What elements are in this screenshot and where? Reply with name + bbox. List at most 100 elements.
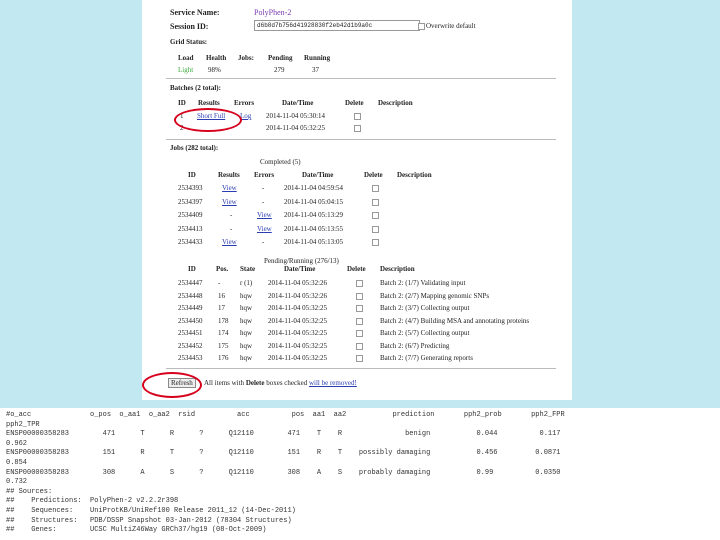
pending-description: Batch 2: (2/7) Mapping genomic SNPs <box>380 291 490 300</box>
pending-description: Batch 2: (4/7) Building MSA and annotati… <box>380 316 530 325</box>
highlight-oval-refresh <box>142 372 202 398</box>
job-results-link[interactable]: View <box>222 238 237 246</box>
pending-delete-checkbox[interactable] <box>356 292 363 300</box>
pending-datetime: 2014-11-04 05:32:25 <box>268 316 328 325</box>
job-datetime: 2014-11-04 05:13:29 <box>284 211 344 219</box>
batches-header-id: ID <box>178 99 186 107</box>
job-errors-link: - <box>262 238 265 246</box>
output-line: ## Sequences: UniProtKB/UniRef100 Releas… <box>6 507 296 515</box>
pending-state: hqw <box>240 304 253 312</box>
pending-header-datetime: Date/Time <box>284 265 316 273</box>
grid-header-jobs: Jobs: <box>238 54 254 62</box>
batch-row-2-datetime: 2014-11-04 05:32:25 <box>266 124 326 132</box>
pending-delete-checkbox[interactable] <box>356 342 363 350</box>
pending-datetime: 2014-11-04 05:32:26 <box>268 291 328 300</box>
pending-header-description: Description <box>380 265 415 273</box>
batch-row-1-delete-checkbox[interactable] <box>354 113 361 120</box>
batches-header-datetime: Date/Time <box>282 99 314 107</box>
pending-state: r (1) <box>240 279 253 287</box>
pending-header-id: ID <box>188 265 196 273</box>
job-id: 2534393 <box>178 184 203 192</box>
pending-datetime: 2014-11-04 05:32:25 <box>268 304 328 312</box>
divider <box>166 78 556 79</box>
job-errors-link[interactable]: View <box>257 211 272 219</box>
job-results-link[interactable]: View <box>222 184 237 192</box>
job-results-link: - <box>230 224 233 233</box>
session-id-input[interactable]: d6b8d7b756d41928830f2eb42d1b9a0c <box>254 20 420 31</box>
output-line: ## Sources: <box>6 487 53 496</box>
output-line: ## Genes: UCSC MultiZ46Way GRCh37/hg19 (… <box>6 526 267 535</box>
pending-description: Batch 2: (7/7) Generating reports <box>380 354 473 362</box>
batch-row-2-delete-checkbox[interactable] <box>354 125 361 132</box>
job-delete-checkbox[interactable] <box>372 239 379 246</box>
job-delete-checkbox[interactable] <box>372 225 379 233</box>
grid-pending-value: 279 <box>274 66 285 74</box>
pending-delete-checkbox[interactable] <box>356 330 363 337</box>
pending-description: Batch 2: (6/7) Predicting <box>380 341 450 350</box>
pending-state: hqw <box>240 316 253 325</box>
pending-id: 2534452 <box>178 341 203 350</box>
job-id: 2534397 <box>178 197 203 206</box>
pending-delete-checkbox[interactable] <box>356 280 363 287</box>
overwrite-label: Overwrite default <box>426 22 476 30</box>
output-line: pph2_TPR <box>6 420 40 429</box>
jobs-header-delete: Delete <box>364 171 383 179</box>
batches-header-results: Results <box>198 99 220 107</box>
output-line: ## Structures: PDB/DSSP Snapshot 03-Jan-… <box>6 516 292 525</box>
batches-header-errors: Errors <box>234 99 255 107</box>
pending-datetime: 2014-11-04 05:32:25 <box>268 329 328 337</box>
refresh-note-middle: boxes checked <box>264 379 309 387</box>
jobs-header-datetime: Date/Time <box>302 171 334 179</box>
refresh-note: All items with Delete boxes checked will… <box>204 379 357 387</box>
pending-delete-checkbox[interactable] <box>356 355 363 362</box>
pending-id: 2534451 <box>178 329 203 337</box>
pending-id: 2534453 <box>178 354 203 362</box>
batches-header-description: Description <box>378 99 413 107</box>
completed-title: Completed (5) <box>260 158 301 166</box>
service-name-label: Service Name: <box>170 8 220 17</box>
output-line: ENSP00000358283 308 A S ? Q12110 308 A S… <box>6 468 561 477</box>
pending-delete-checkbox[interactable] <box>356 317 363 325</box>
pending-state: hqw <box>240 341 253 350</box>
pending-description: Batch 2: (1/7) Validating input <box>380 279 466 287</box>
output-line: 0.854 <box>6 459 28 467</box>
results-panel: Service Name: PolyPhen-2 Session ID: d6b… <box>142 0 572 400</box>
grid-header-health: Health <box>206 54 227 62</box>
job-delete-checkbox[interactable] <box>372 198 379 206</box>
pending-header-delete: Delete <box>347 265 366 273</box>
job-delete-checkbox[interactable] <box>372 185 379 192</box>
divider <box>166 139 556 140</box>
pending-header-state: State <box>240 265 256 273</box>
pending-datetime: 2014-11-04 05:32:26 <box>268 279 328 287</box>
service-name-value: PolyPhen-2 <box>254 8 292 17</box>
pending-pos: 174 <box>218 329 229 337</box>
job-results-link[interactable]: View <box>222 198 237 206</box>
grid-running-value: 37 <box>312 66 319 74</box>
overwrite-checkbox[interactable] <box>418 23 425 30</box>
pending-id: 2534447 <box>178 279 203 287</box>
output-line: 0.962 <box>6 439 28 448</box>
batch-row-1-datetime: 2014-11-04 05:30:14 <box>266 112 326 120</box>
batches-title: Batches (2 total): <box>170 84 221 92</box>
job-delete-checkbox[interactable] <box>372 212 379 219</box>
job-errors-link: - <box>262 184 265 192</box>
pending-datetime: 2014-11-04 05:32:25 <box>268 354 328 362</box>
grid-header-load: Load <box>178 54 194 62</box>
pending-header-pos: Pos. <box>216 265 229 273</box>
pending-pos: 178 <box>218 316 229 325</box>
pending-id: 2534448 <box>178 291 203 300</box>
output-line: ENSP00000358283 151 R T ? Q12110 151 R T… <box>6 449 561 458</box>
refresh-note-delete: Delete <box>245 379 265 387</box>
pending-state: hqw <box>240 354 253 362</box>
pending-delete-checkbox[interactable] <box>356 305 363 312</box>
refresh-note-link[interactable]: will be removed! <box>309 379 357 387</box>
pending-pos: 175 <box>218 341 229 350</box>
divider <box>166 368 556 369</box>
output-line: 0.732 <box>6 478 28 487</box>
output-line: ## Predictions: PolyPhen-2 v2.2.2r398 <box>6 497 179 506</box>
job-datetime: 2014-11-04 04:59:54 <box>284 184 344 192</box>
job-errors-link[interactable]: View <box>257 225 272 233</box>
session-id-label: Session ID: <box>170 22 209 31</box>
job-id: 2534413 <box>178 224 203 233</box>
pending-pos: 17 <box>218 304 225 312</box>
